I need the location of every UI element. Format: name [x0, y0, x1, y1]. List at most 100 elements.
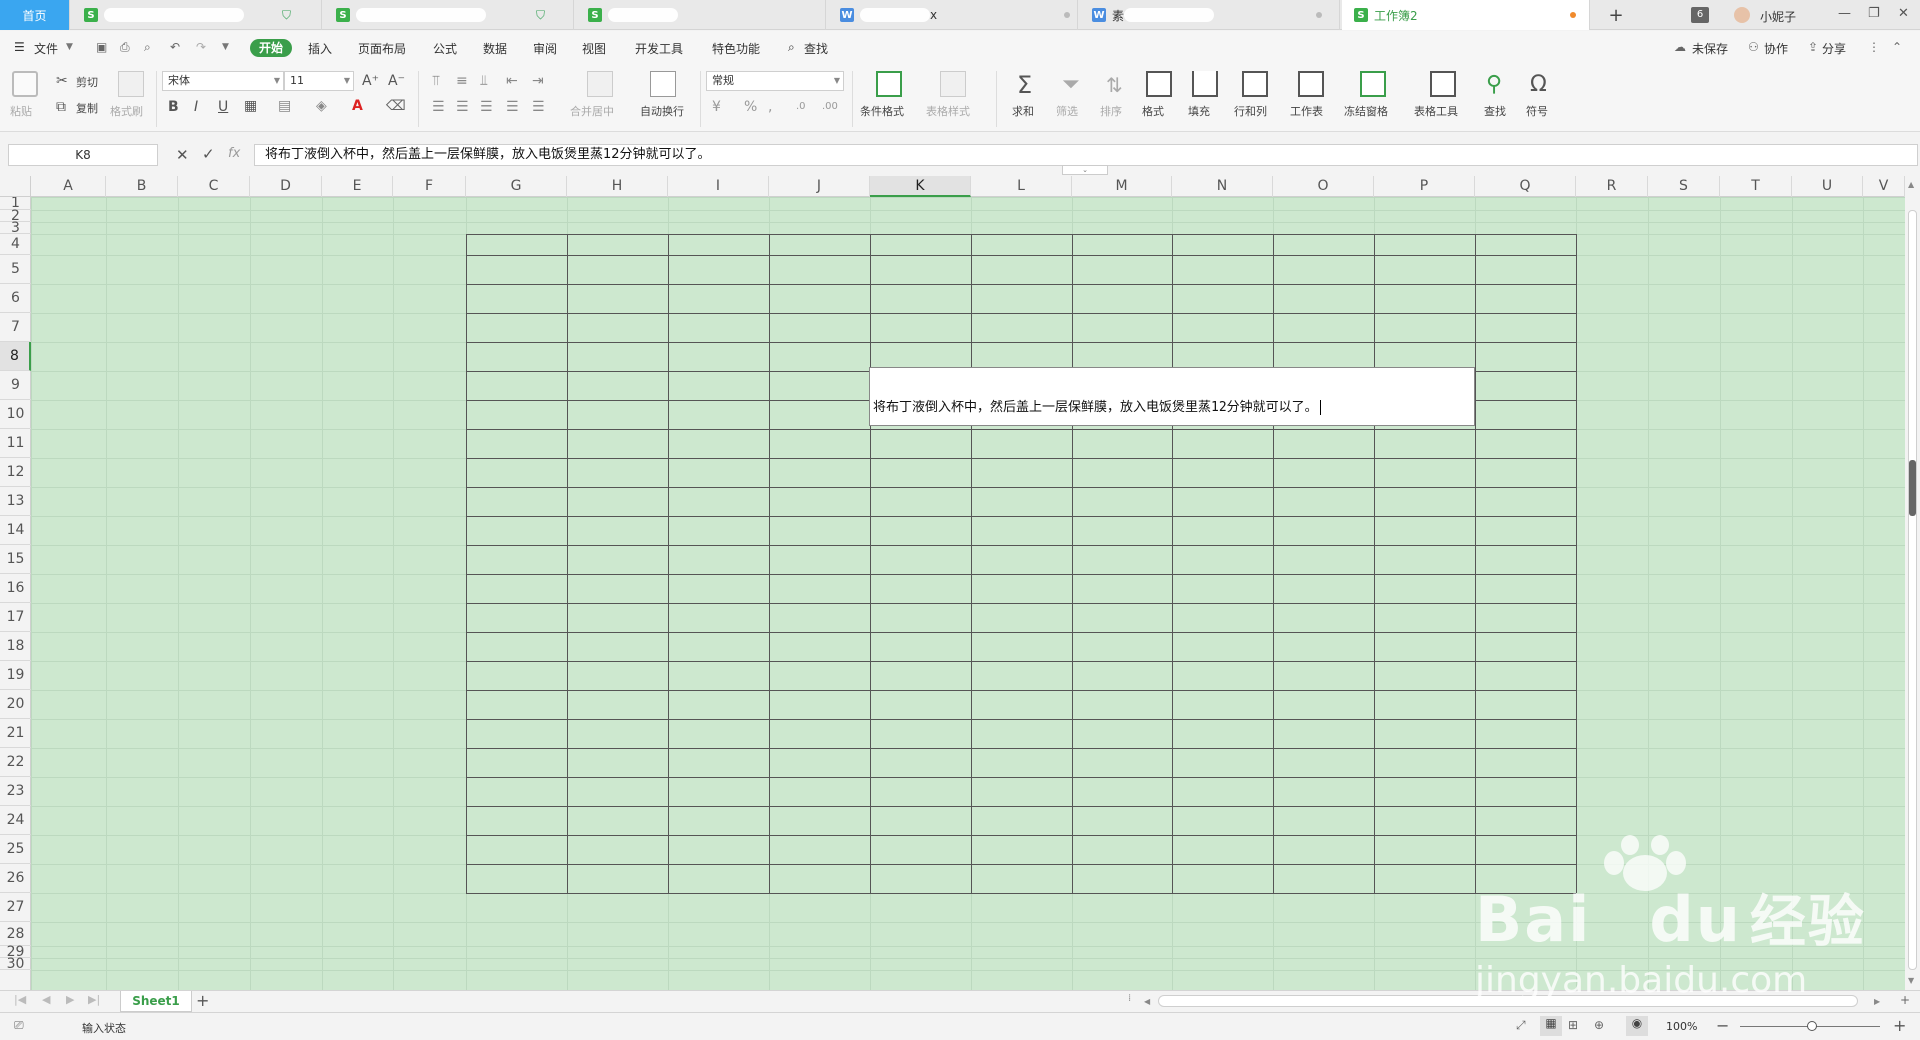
sheet-tab-sheet1[interactable]: Sheet1 [120, 991, 192, 1012]
indent-increase-icon[interactable]: ⇥ [532, 73, 544, 89]
tab-developer[interactable]: 开发工具 [635, 40, 683, 57]
merge-center-icon[interactable] [587, 71, 613, 97]
row-header-19[interactable]: 19 [0, 661, 31, 690]
close-button[interactable]: ✕ [1898, 6, 1909, 21]
bold-button[interactable]: B [168, 99, 179, 115]
font-color-button[interactable]: A [352, 98, 363, 114]
column-header-c[interactable]: C [178, 176, 250, 197]
table-tools-icon[interactable] [1430, 71, 1456, 97]
zoom-slider-thumb[interactable] [1807, 1021, 1817, 1031]
indent-decrease-icon[interactable]: ⇤ [506, 73, 518, 89]
column-header-t[interactable]: T [1720, 176, 1792, 197]
format-button[interactable]: 格式 [1142, 103, 1164, 119]
last-sheet-icon[interactable]: ▶| [88, 993, 100, 1006]
quick-access-dropdown-icon[interactable]: ▼ [222, 42, 229, 52]
add-sheet-button[interactable]: + [196, 991, 209, 1010]
scroll-thumb[interactable] [1909, 460, 1916, 516]
minimize-button[interactable]: — [1838, 6, 1851, 21]
copy-icon[interactable]: ⧉ [56, 99, 66, 115]
row-header-26[interactable]: 26 [0, 864, 31, 893]
format-icon[interactable] [1146, 71, 1172, 97]
cut-button[interactable]: 剪切 [76, 74, 98, 90]
row-header-10[interactable]: 10 [0, 400, 31, 429]
row-header-30[interactable]: 30 [0, 957, 31, 971]
cond-format-icon[interactable] [876, 71, 902, 97]
cell-style-icon[interactable]: ▤ [278, 98, 291, 114]
share-button[interactable]: 分享 [1822, 40, 1846, 57]
number-format-select[interactable]: 常规 ▼ [706, 71, 844, 91]
new-tab-button[interactable]: + [1596, 0, 1636, 30]
avatar[interactable] [1734, 7, 1750, 23]
symbol-icon[interactable]: Ω [1530, 71, 1547, 99]
column-header-v[interactable]: V [1863, 176, 1905, 197]
collab-button[interactable]: 协作 [1764, 40, 1788, 57]
tab-review[interactable]: 审阅 [533, 40, 557, 57]
column-header-b[interactable]: B [106, 176, 178, 197]
cancel-icon[interactable]: ✕ [176, 146, 189, 164]
menu-file[interactable]: 文件 [34, 40, 58, 57]
eraser-icon[interactable]: ⌫ [386, 98, 406, 114]
italic-button[interactable]: I [194, 99, 198, 115]
worksheet-button[interactable]: 工作表 [1290, 103, 1323, 119]
column-header-s[interactable]: S [1648, 176, 1720, 197]
row-col-button[interactable]: 行和列 [1234, 103, 1267, 119]
next-sheet-icon[interactable]: ▶ [66, 993, 74, 1006]
normal-view-icon[interactable]: ▦ [1540, 1016, 1562, 1036]
format-painter-icon[interactable] [118, 71, 144, 97]
align-center-icon[interactable]: ☰ [456, 99, 469, 115]
border-icon[interactable]: ▦ [244, 98, 257, 114]
column-header-r[interactable]: R [1576, 176, 1648, 197]
find-button[interactable]: 查找 [1484, 103, 1506, 119]
row-header-12[interactable]: 12 [0, 458, 31, 487]
symbol-button[interactable]: 符号 [1526, 103, 1548, 119]
sort-icon[interactable]: ⇅ [1106, 71, 1123, 99]
restore-button[interactable]: ❐ [1868, 6, 1880, 21]
worksheet-icon[interactable] [1298, 71, 1324, 97]
percent-button[interactable]: % [744, 99, 757, 115]
row-header-4[interactable]: 4 [0, 234, 31, 255]
align-left-icon[interactable]: ☰ [432, 99, 445, 115]
paste-icon[interactable] [12, 71, 38, 97]
row-header-6[interactable]: 6 [0, 284, 31, 313]
active-cell-editor[interactable]: 将布丁液倒入杯中，然后盖上一层保鲜膜，放入电饭煲里蒸12分钟就可以了。​ [869, 367, 1475, 426]
row-header-13[interactable]: 13 [0, 487, 31, 516]
search-menu[interactable]: 查找 [804, 40, 828, 57]
column-header-n[interactable]: N [1172, 176, 1273, 197]
page-layout-view-icon[interactable]: ⊕ [1594, 1018, 1604, 1032]
column-header-f[interactable]: F [393, 176, 466, 197]
confirm-icon[interactable]: ✓ [202, 145, 215, 163]
row-header-16[interactable]: 16 [0, 574, 31, 603]
fill-button[interactable]: 填充 [1188, 103, 1210, 119]
tab-view[interactable]: 视图 [582, 40, 606, 57]
column-header-u[interactable]: U [1792, 176, 1863, 197]
currency-icon[interactable]: ¥ [712, 99, 721, 115]
column-header-d[interactable]: D [250, 176, 322, 197]
align-middle-icon[interactable]: ≡ [456, 73, 468, 89]
copy-button[interactable]: 复制 [76, 100, 98, 116]
row-header-9[interactable]: 9 [0, 371, 31, 400]
column-header-j[interactable]: J [769, 176, 870, 197]
row-header-20[interactable]: 20 [0, 690, 31, 719]
tab-special[interactable]: 特色功能 [712, 40, 760, 57]
tab-formulas[interactable]: 公式 [433, 40, 457, 57]
prev-sheet-icon[interactable]: ◀ [42, 993, 50, 1006]
tab-data[interactable]: 数据 [483, 40, 507, 57]
tab-doc-3[interactable]: S [576, 0, 826, 30]
table-style-button[interactable]: 表格样式 [926, 103, 970, 119]
column-header-a[interactable]: A [31, 176, 106, 197]
row-header-11[interactable]: 11 [0, 429, 31, 458]
freeze-panes-icon[interactable] [1360, 71, 1386, 97]
wrap-text-button[interactable]: 自动换行 [640, 103, 684, 119]
scissors-icon[interactable]: ✂ [56, 73, 68, 89]
macro-icon[interactable]: ⎚ [14, 1018, 24, 1033]
tab-doc-1[interactable]: S ⛉ [72, 0, 322, 30]
name-box[interactable]: K8 [8, 144, 158, 166]
fullscreen-icon[interactable]: ⤢ [1516, 1018, 1526, 1033]
merge-center-button[interactable]: 合并居中 [570, 103, 614, 119]
column-header-g[interactable]: G [466, 176, 567, 197]
print-icon[interactable]: ⎙ [120, 40, 130, 55]
tab-active-workbook[interactable]: S 工作簿2 [1342, 0, 1590, 30]
row-header-14[interactable]: 14 [0, 516, 31, 545]
zoom-level[interactable]: 100% [1666, 1020, 1697, 1033]
find-icon[interactable]: ⚲ [1486, 71, 1502, 99]
